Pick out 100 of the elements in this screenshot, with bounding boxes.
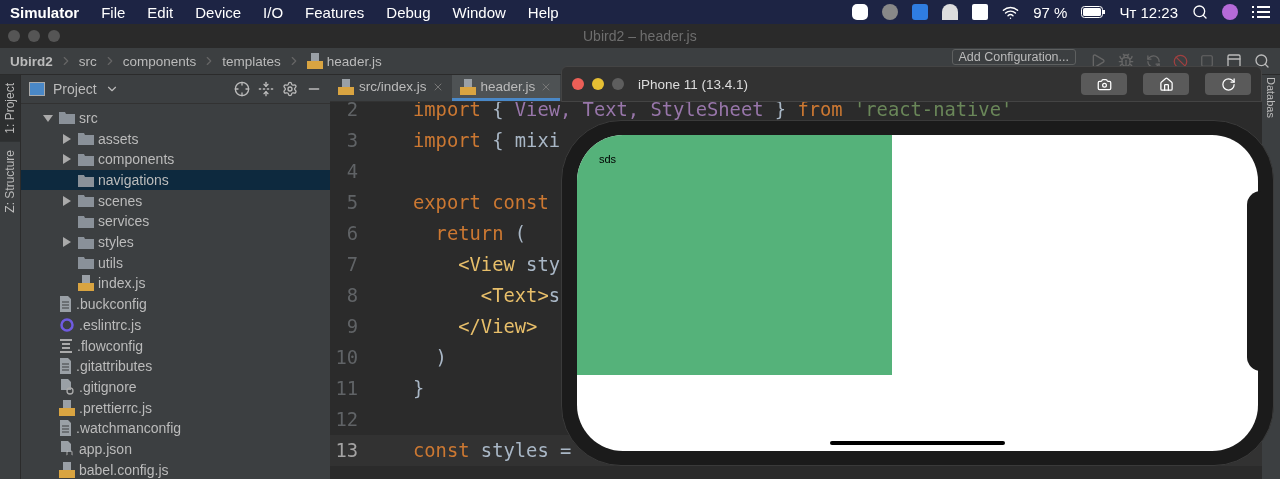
line-number: 11 [334, 378, 358, 399]
arch-app-icon[interactable] [942, 4, 959, 20]
tree-item[interactable]: .prettierrc.js [21, 397, 330, 418]
tree-item[interactable]: src [21, 107, 330, 129]
window-title: iPhone 11 (13.4.1) [638, 76, 749, 92]
js-file-icon [306, 53, 323, 69]
tree-item[interactable]: navigations [21, 169, 330, 191]
line-number: 3 [345, 130, 358, 151]
line-number: 10 [334, 347, 358, 368]
battery-icon[interactable] [1081, 6, 1106, 18]
circle-app-icon[interactable] [882, 4, 899, 20]
tree-item[interactable]: .gitattributes [21, 355, 330, 377]
tree-item[interactable]: babel.config.js [21, 459, 330, 479]
menu-item[interactable]: I/O [263, 3, 284, 21]
menu-item[interactable]: Window [452, 3, 506, 21]
clock: Чт 12:23 [1119, 3, 1178, 21]
code-line: ) [434, 347, 447, 368]
expand-arrow-icon[interactable] [62, 154, 72, 165]
code-line: } [413, 378, 425, 399]
list-icon[interactable] [1252, 5, 1270, 19]
tree-item[interactable]: index.js [21, 273, 330, 294]
folder-icon [78, 194, 94, 208]
breadcrumb[interactable]: src [78, 53, 97, 69]
tree-item[interactable]: .eslintrc.js [21, 314, 330, 336]
side-tab[interactable]: Databas [1265, 75, 1277, 118]
menu-item[interactable]: Device [195, 3, 242, 21]
app-menu[interactable]: Simulator [10, 3, 80, 21]
line-number: 4 [345, 161, 358, 182]
js-file-icon [338, 78, 354, 95]
tree-item[interactable]: assets [21, 128, 330, 149]
line-number: 13 [334, 440, 358, 461]
folder-icon [78, 173, 94, 187]
folder-icon [78, 256, 94, 270]
tree-item[interactable]: .buckconfig [21, 293, 330, 315]
tree-item[interactable]: app.json [21, 438, 330, 460]
folder-icon [78, 214, 94, 228]
settings-icon[interactable] [282, 80, 298, 97]
collapse-icon[interactable] [258, 80, 274, 97]
breadcrumb[interactable]: components [122, 53, 197, 69]
rotate-button[interactable] [1205, 73, 1251, 95]
line-number: 6 [345, 223, 358, 244]
search-icon[interactable] [1192, 4, 1208, 20]
menu-item[interactable]: Features [305, 3, 365, 21]
menu-item[interactable]: Edit [147, 3, 174, 21]
js-file-icon [59, 399, 75, 416]
tree-item[interactable]: components [21, 149, 330, 170]
tree-item[interactable]: scenes [21, 190, 330, 212]
battery-percent: 97 % [1033, 3, 1068, 21]
screen-text: sds [599, 153, 617, 165]
stack-icon [59, 337, 73, 354]
file-icon [59, 420, 72, 437]
side-tab[interactable]: Z: Structure [0, 141, 20, 221]
editor-tab[interactable]: src/index.js [330, 75, 452, 101]
line-number: 8 [345, 285, 358, 306]
breadcrumb[interactable]: header.js [306, 53, 382, 69]
code-line: <View sty [457, 254, 560, 275]
tree-item[interactable]: services [21, 211, 330, 232]
window-icon[interactable] [1226, 53, 1242, 69]
menu-item[interactable]: Debug [386, 3, 431, 21]
code-line: const styles = [413, 440, 572, 461]
expand-arrow-icon[interactable] [62, 237, 72, 248]
tree-item[interactable]: styles [21, 231, 330, 253]
window-icon [29, 81, 45, 96]
js-file-icon [78, 275, 94, 292]
add-configuration-button[interactable]: Add Configuration... [951, 49, 1076, 65]
home-button[interactable] [1143, 73, 1189, 95]
screenshot-button[interactable] [1081, 73, 1127, 95]
folder-icon [59, 111, 75, 125]
file-icon [59, 358, 72, 375]
js-file-icon [459, 78, 476, 95]
tree-item[interactable]: utils [21, 252, 330, 274]
menu-item[interactable]: Help [527, 3, 559, 21]
rotate-icon [1220, 76, 1236, 92]
menu-item[interactable]: File [101, 3, 126, 21]
line-number: 2 [345, 99, 358, 120]
tree-item[interactable]: .watchmanconfig [21, 417, 330, 439]
js-file-icon [59, 461, 75, 478]
collapse-arrow-icon[interactable] [43, 112, 53, 123]
breadcrumb[interactable]: Ubird2 [10, 53, 53, 69]
close-icon[interactable] [572, 78, 584, 90]
square-app-icon[interactable] [912, 4, 929, 20]
file-blocked-icon [59, 378, 75, 395]
search-icon[interactable] [1254, 53, 1270, 69]
code-line: <Text>s [479, 285, 560, 306]
window-title: Ubird2 – header.js [583, 28, 697, 44]
code-line: return ( [434, 223, 527, 244]
panel-title[interactable]: Project [53, 80, 97, 97]
minimize-icon[interactable] [592, 78, 604, 90]
folder-icon [78, 132, 94, 146]
side-tab[interactable]: 1: Project [0, 75, 20, 142]
folder-icon [78, 235, 94, 249]
expand-arrow-icon[interactable] [62, 133, 72, 144]
expand-arrow-icon[interactable] [62, 195, 72, 206]
tree-item[interactable]: .gitignore [21, 376, 330, 398]
tree-item[interactable]: .flowconfig [21, 335, 330, 356]
breadcrumb[interactable]: templates [222, 53, 281, 69]
crosshair-icon[interactable] [234, 80, 250, 97]
json-file-icon [59, 440, 75, 457]
editor-tab[interactable]: header.js [451, 75, 561, 101]
assistant-icon[interactable] [1222, 4, 1238, 20]
